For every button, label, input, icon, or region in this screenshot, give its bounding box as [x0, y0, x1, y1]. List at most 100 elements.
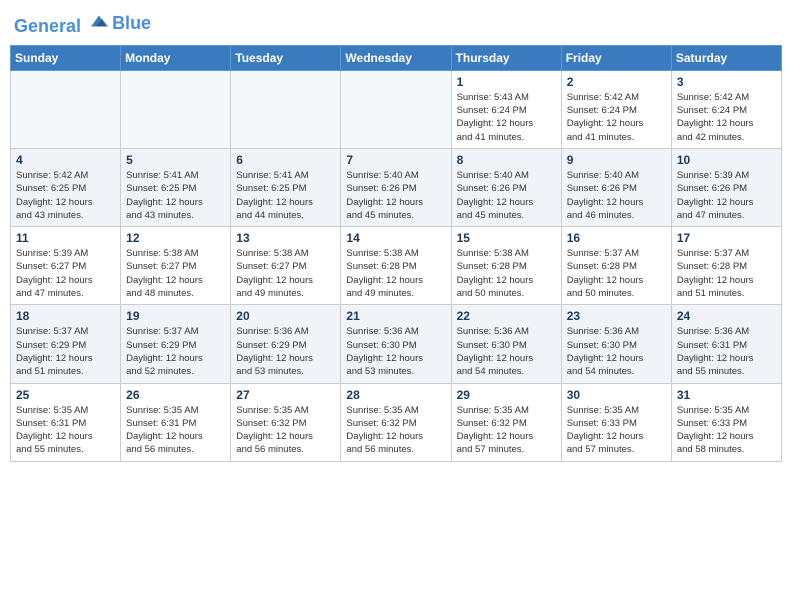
day-number: 16 — [567, 231, 666, 245]
calendar-cell: 14 Sunrise: 5:38 AM Sunset: 6:28 PM Dayli… — [341, 227, 451, 305]
calendar-cell: 17 Sunrise: 5:37 AM Sunset: 6:28 PM Dayli… — [671, 227, 781, 305]
weekday-header-row: SundayMondayTuesdayWednesdayThursdayFrid… — [11, 45, 782, 70]
logo-icon — [88, 10, 110, 32]
calendar-cell: 23 Sunrise: 5:36 AM Sunset: 6:30 PM Dayli… — [561, 305, 671, 383]
day-number: 15 — [457, 231, 556, 245]
day-info: Sunrise: 5:36 AM Sunset: 6:30 PM Dayligh… — [346, 325, 445, 378]
week-row-2: 4Sunrise: 5:42 AM Sunset: 6:25 PM Daylig… — [11, 148, 782, 226]
logo-text: General — [14, 10, 110, 37]
day-number: 9 — [567, 153, 666, 167]
day-number: 30 — [567, 388, 666, 402]
weekday-header-wednesday: Wednesday — [341, 45, 451, 70]
calendar-cell: 10 Sunrise: 5:39 AM Sunset: 6:26 PM Dayli… — [671, 148, 781, 226]
calendar-cell: 24 Sunrise: 5:36 AM Sunset: 6:31 PM Dayli… — [671, 305, 781, 383]
weekday-header-thursday: Thursday — [451, 45, 561, 70]
calendar-cell: 16 Sunrise: 5:37 AM Sunset: 6:28 PM Dayli… — [561, 227, 671, 305]
day-number: 5 — [126, 153, 225, 167]
day-number: 29 — [457, 388, 556, 402]
day-info: Sunrise: 5:37 AM Sunset: 6:28 PM Dayligh… — [567, 247, 666, 300]
day-number: 27 — [236, 388, 335, 402]
calendar-cell: 13Sunrise: 5:38 AM Sunset: 6:27 PM Dayli… — [231, 227, 341, 305]
calendar-cell: 21 Sunrise: 5:36 AM Sunset: 6:30 PM Dayli… — [341, 305, 451, 383]
day-number: 11 — [16, 231, 115, 245]
day-info: Sunrise: 5:36 AM Sunset: 6:31 PM Dayligh… — [677, 325, 776, 378]
day-number: 6 — [236, 153, 335, 167]
calendar-cell: 25Sunrise: 5:35 AM Sunset: 6:31 PM Dayli… — [11, 383, 121, 461]
day-info: Sunrise: 5:43 AM Sunset: 6:24 PM Dayligh… — [457, 91, 556, 144]
day-number: 8 — [457, 153, 556, 167]
day-info: Sunrise: 5:35 AM Sunset: 6:33 PM Dayligh… — [677, 404, 776, 457]
day-info: Sunrise: 5:37 AM Sunset: 6:29 PM Dayligh… — [16, 325, 115, 378]
day-info: Sunrise: 5:35 AM Sunset: 6:31 PM Dayligh… — [126, 404, 225, 457]
week-row-1: 1 Sunrise: 5:43 AM Sunset: 6:24 PM Daylig… — [11, 70, 782, 148]
week-row-4: 18 Sunrise: 5:37 AM Sunset: 6:29 PM Dayli… — [11, 305, 782, 383]
calendar-cell: 4Sunrise: 5:42 AM Sunset: 6:25 PM Daylig… — [11, 148, 121, 226]
page-header: General Blue — [10, 10, 782, 37]
logo: General Blue — [14, 10, 151, 37]
day-info: Sunrise: 5:42 AM Sunset: 6:25 PM Dayligh… — [16, 169, 115, 222]
day-info: Sunrise: 5:35 AM Sunset: 6:32 PM Dayligh… — [236, 404, 335, 457]
day-number: 7 — [346, 153, 445, 167]
weekday-header-sunday: Sunday — [11, 45, 121, 70]
calendar-cell — [11, 70, 121, 148]
calendar-cell: 8 Sunrise: 5:40 AM Sunset: 6:26 PM Daylig… — [451, 148, 561, 226]
day-number: 31 — [677, 388, 776, 402]
day-info: Sunrise: 5:39 AM Sunset: 6:27 PM Dayligh… — [16, 247, 115, 300]
day-info: Sunrise: 5:35 AM Sunset: 6:33 PM Dayligh… — [567, 404, 666, 457]
calendar-cell: 6 Sunrise: 5:41 AM Sunset: 6:25 PM Daylig… — [231, 148, 341, 226]
day-number: 24 — [677, 309, 776, 323]
day-info: Sunrise: 5:38 AM Sunset: 6:28 PM Dayligh… — [346, 247, 445, 300]
day-number: 14 — [346, 231, 445, 245]
calendar-cell: 7 Sunrise: 5:40 AM Sunset: 6:26 PM Daylig… — [341, 148, 451, 226]
calendar-cell — [341, 70, 451, 148]
calendar-cell — [231, 70, 341, 148]
day-number: 20 — [236, 309, 335, 323]
day-number: 13 — [236, 231, 335, 245]
day-info: Sunrise: 5:38 AM Sunset: 6:27 PM Dayligh… — [126, 247, 225, 300]
calendar-table: SundayMondayTuesdayWednesdayThursdayFrid… — [10, 45, 782, 462]
day-number: 2 — [567, 75, 666, 89]
day-info: Sunrise: 5:37 AM Sunset: 6:29 PM Dayligh… — [126, 325, 225, 378]
calendar-cell: 19 Sunrise: 5:37 AM Sunset: 6:29 PM Dayli… — [121, 305, 231, 383]
calendar-cell: 3Sunrise: 5:42 AM Sunset: 6:24 PM Daylig… — [671, 70, 781, 148]
day-number: 23 — [567, 309, 666, 323]
day-number: 19 — [126, 309, 225, 323]
day-number: 12 — [126, 231, 225, 245]
calendar-cell: 31 Sunrise: 5:35 AM Sunset: 6:33 PM Dayli… — [671, 383, 781, 461]
calendar-cell: 29Sunrise: 5:35 AM Sunset: 6:32 PM Dayli… — [451, 383, 561, 461]
calendar-cell: 15 Sunrise: 5:38 AM Sunset: 6:28 PM Dayli… — [451, 227, 561, 305]
day-info: Sunrise: 5:42 AM Sunset: 6:24 PM Dayligh… — [677, 91, 776, 144]
day-info: Sunrise: 5:36 AM Sunset: 6:30 PM Dayligh… — [567, 325, 666, 378]
weekday-header-monday: Monday — [121, 45, 231, 70]
calendar-cell: 30 Sunrise: 5:35 AM Sunset: 6:33 PM Dayli… — [561, 383, 671, 461]
calendar-cell: 28Sunrise: 5:35 AM Sunset: 6:32 PM Dayli… — [341, 383, 451, 461]
calendar-cell: 1 Sunrise: 5:43 AM Sunset: 6:24 PM Daylig… — [451, 70, 561, 148]
day-number: 10 — [677, 153, 776, 167]
day-info: Sunrise: 5:38 AM Sunset: 6:28 PM Dayligh… — [457, 247, 556, 300]
day-info: Sunrise: 5:35 AM Sunset: 6:32 PM Dayligh… — [346, 404, 445, 457]
day-info: Sunrise: 5:40 AM Sunset: 6:26 PM Dayligh… — [567, 169, 666, 222]
calendar-cell: 2Sunrise: 5:42 AM Sunset: 6:24 PM Daylig… — [561, 70, 671, 148]
calendar-cell: 18 Sunrise: 5:37 AM Sunset: 6:29 PM Dayli… — [11, 305, 121, 383]
calendar-cell: 9 Sunrise: 5:40 AM Sunset: 6:26 PM Daylig… — [561, 148, 671, 226]
week-row-5: 25 Sunrise: 5:35 AM Sunset: 6:31 PM Dayli… — [11, 383, 782, 461]
calendar-cell: 22Sunrise: 5:36 AM Sunset: 6:30 PM Dayli… — [451, 305, 561, 383]
calendar-cell: 26 Sunrise: 5:35 AM Sunset: 6:31 PM Dayli… — [121, 383, 231, 461]
weekday-header-friday: Friday — [561, 45, 671, 70]
day-info: Sunrise: 5:37 AM Sunset: 6:28 PM Dayligh… — [677, 247, 776, 300]
day-number: 18 — [16, 309, 115, 323]
day-number: 21 — [346, 309, 445, 323]
day-info: Sunrise: 5:40 AM Sunset: 6:26 PM Dayligh… — [457, 169, 556, 222]
day-number: 1 — [457, 75, 556, 89]
day-info: Sunrise: 5:39 AM Sunset: 6:26 PM Dayligh… — [677, 169, 776, 222]
day-number: 25 — [16, 388, 115, 402]
day-info: Sunrise: 5:40 AM Sunset: 6:26 PM Dayligh… — [346, 169, 445, 222]
logo-blue-text: Blue — [112, 14, 151, 34]
day-info: Sunrise: 5:36 AM Sunset: 6:30 PM Dayligh… — [457, 325, 556, 378]
calendar-cell: 5Sunrise: 5:41 AM Sunset: 6:25 PM Daylig… — [121, 148, 231, 226]
day-number: 26 — [126, 388, 225, 402]
weekday-header-tuesday: Tuesday — [231, 45, 341, 70]
day-info: Sunrise: 5:41 AM Sunset: 6:25 PM Dayligh… — [236, 169, 335, 222]
calendar-cell: 20Sunrise: 5:36 AM Sunset: 6:29 PM Dayli… — [231, 305, 341, 383]
day-number: 17 — [677, 231, 776, 245]
